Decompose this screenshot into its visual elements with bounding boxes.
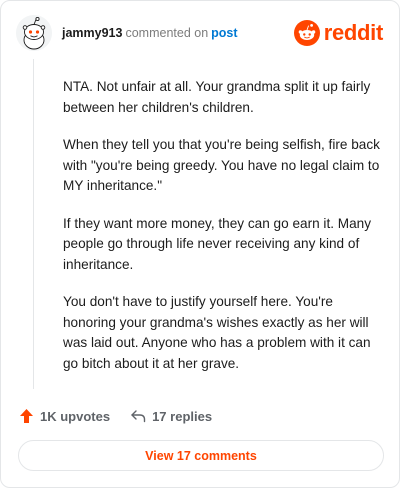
snoo-avatar-icon	[16, 15, 52, 51]
comment-paragraph: NTA. Not unfair at all. Your grandma spl…	[63, 79, 371, 115]
reddit-logo-icon	[293, 20, 320, 46]
reddit-brand[interactable]: reddit	[293, 19, 384, 47]
commented-on-text: commented on	[125, 26, 209, 40]
reply-button[interactable]: 17 replies	[110, 409, 212, 424]
comment-header: jammy913 commented on post reddit	[16, 15, 385, 51]
reply-arrow-icon	[131, 410, 146, 423]
upvote-arrow-icon	[20, 409, 33, 423]
comment-card: jammy913 commented on post reddit NTA. Not…	[0, 0, 400, 488]
upvote-button[interactable]: 1K upvotes	[19, 408, 110, 424]
comment-meta: jammy913 commented on post	[62, 26, 238, 41]
user-avatar[interactable]	[16, 15, 52, 51]
username-link[interactable]: jammy913	[62, 26, 122, 40]
thread-line	[33, 59, 34, 389]
comment-paragraph: When they tell you that you're being sel…	[63, 137, 380, 193]
comment-actions: 1K upvotes 17 replies	[19, 405, 212, 427]
post-link[interactable]: post	[211, 26, 237, 40]
comment-paragraph: You don't have to justify yourself here.…	[63, 294, 371, 371]
reddit-wordmark: reddit	[323, 20, 384, 45]
upvote-count: 1K upvotes	[40, 408, 111, 424]
view-comments-button[interactable]: View 17 comments	[18, 440, 384, 471]
comment-paragraph: If they want more money, they can go ear…	[63, 215, 372, 272]
comment-body: NTA. Not unfair at all. Your grandma spl…	[63, 77, 383, 391]
reply-count: 17 replies	[152, 408, 213, 424]
